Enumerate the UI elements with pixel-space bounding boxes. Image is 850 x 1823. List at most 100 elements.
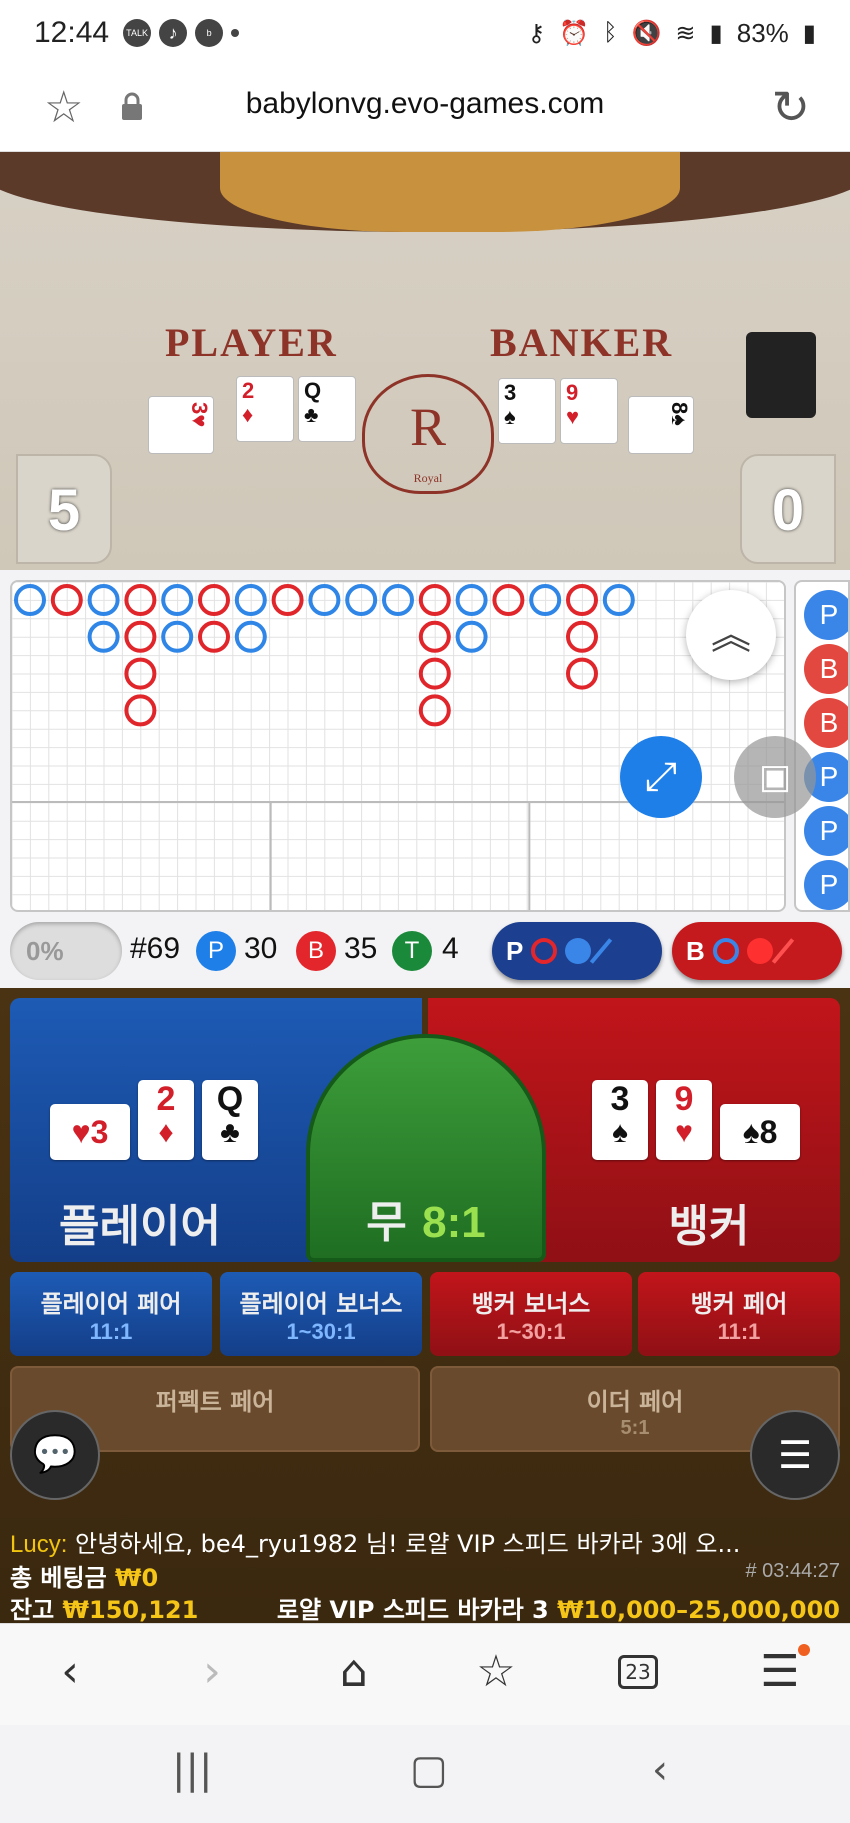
system-navigation: ||| ▢ ‹	[0, 1725, 850, 1823]
video-banker-label: BANKER	[490, 320, 674, 365]
recent-apps-icon[interactable]: |||	[172, 1747, 212, 1793]
picture-in-picture-button[interactable]: ▣	[734, 736, 816, 818]
status-time: 12:44	[34, 16, 110, 49]
menu-button[interactable]: ☰	[750, 1410, 840, 1500]
player-bead: P	[804, 860, 848, 910]
banker-prediction-button[interactable]: B	[672, 922, 842, 980]
banker-hand-card-2: 9 ♥	[656, 1080, 712, 1160]
alarm-icon: ⏰	[559, 19, 590, 47]
red-slash-icon	[771, 938, 794, 964]
card-shoe	[746, 332, 816, 418]
player-bead: P	[804, 806, 848, 856]
expand-roadmap-button[interactable]: ⤢	[620, 736, 702, 818]
banker-hand-card-3: ♠8	[720, 1104, 800, 1160]
player-bead: P	[804, 590, 848, 640]
tiktok-icon: ♪	[159, 19, 188, 47]
video-banker-card-2: 9 ♥	[560, 378, 618, 444]
wifi-icon: ≋	[675, 19, 696, 47]
banker-count: 35	[344, 932, 378, 965]
back-icon[interactable]: ‹	[40, 1642, 100, 1702]
video-player-label: PLAYER	[165, 320, 338, 365]
table-name: 로얄 VIP 스피드 바카라 3	[276, 1596, 549, 1624]
chat-user: Lucy:	[10, 1531, 68, 1558]
tie-count-badge: T	[392, 931, 432, 971]
tie-count: 4	[442, 932, 459, 965]
video-player-card-1: 3♥	[148, 396, 214, 454]
home-button-icon[interactable]: ▢	[410, 1747, 448, 1793]
banker-bead: B	[804, 644, 848, 694]
system-back-icon[interactable]: ‹	[652, 1747, 668, 1793]
percent-toggle[interactable]: 0%	[10, 922, 122, 980]
player-hand-card-2: 2 ♦	[138, 1080, 194, 1160]
player-score: 5	[16, 454, 112, 564]
player-count-badge: P	[196, 931, 236, 971]
prediction-b-label: B	[686, 935, 705, 966]
bluetooth-icon: ᛒ	[603, 19, 618, 46]
status-bar: 12:44 TALK ♪ b ⚷ ⏰ ᛒ 🔇 ≋ ▮ 83% ▮	[0, 0, 850, 66]
banker-bet-label: 뱅커	[668, 1201, 750, 1252]
banker-hand-card-1: 3 ♠	[592, 1080, 648, 1160]
video-banker-card-1: 3 ♠	[498, 378, 556, 444]
betting-area: ♥3 2 ♦ Q ♣ 플레이어 3 ♠ 9 ♥ ♠8 뱅커 무 8:1 플레이어 페어 …	[0, 988, 850, 1625]
round-id: # 03:44:27	[745, 1560, 840, 1582]
player-hand-card-1: ♥3	[50, 1104, 130, 1160]
banker-count-badge: B	[296, 931, 336, 971]
browser-toolbar: ‹ › ⌂ ☆ 23 ☰	[0, 1623, 850, 1725]
bookmarks-icon[interactable]: ☆	[466, 1642, 526, 1702]
table-limits: 로얄 VIP 스피드 바카라 3 ₩10,000–25,000,000	[277, 1590, 840, 1625]
blue-dot-icon	[565, 938, 592, 964]
signal-icon: ▮	[709, 19, 723, 47]
total-bet-value: ₩0	[115, 1564, 159, 1592]
royal-emblem: R Royal	[362, 374, 494, 494]
chat-text: 안녕하세요, be4_ryu1982 님! 로얄 VIP 스피드 바카라 3에 …	[75, 1530, 741, 1558]
video-player-card-3: Q ♣	[298, 376, 356, 442]
b-app-icon: b	[195, 19, 224, 47]
more-dot-icon	[231, 29, 240, 37]
tie-bet-spot[interactable]: 무 8:1	[306, 1034, 546, 1262]
chat-message: Lucy: 안녕하세요, be4_ryu1982 님! 로얄 VIP 스피드 바…	[10, 1524, 740, 1559]
stats-row: 0% #69 P 30 B 35 T 4 P B	[0, 912, 850, 988]
video-player-card-2: 2 ♦	[236, 376, 294, 442]
tie-bet-label: 무 8:1	[366, 1197, 486, 1248]
blue-slash-icon	[590, 938, 613, 964]
reload-icon[interactable]: ↻	[771, 80, 810, 134]
home-icon[interactable]: ⌂	[324, 1642, 384, 1702]
total-bet: 총 베팅금 ₩0	[10, 1564, 159, 1592]
player-prediction-button[interactable]: P	[492, 922, 662, 980]
system-status: ⚷ ⏰ ᛒ 🔇 ≋ ▮ 83% ▮	[528, 18, 816, 49]
banker-bead: B	[804, 698, 848, 748]
battery-percent: 83%	[736, 17, 789, 48]
player-bonus-bet[interactable]: 플레이어 보너스 1~30:1	[220, 1272, 422, 1356]
key-icon: ⚷	[527, 19, 546, 47]
bet-limits: ₩10,000–25,000,000	[557, 1596, 840, 1624]
url-text[interactable]: babylonvg.evo-games.com	[0, 87, 850, 121]
notification-dot	[798, 1644, 810, 1656]
video-banker-card-3: 8♠	[628, 396, 694, 454]
notification-icons: TALK ♪ b	[123, 19, 240, 47]
live-video: PLAYER BANKER 3♥ 2 ♦ Q ♣ R Royal 3 ♠ 9 ♥ 8♠ 5…	[0, 152, 850, 570]
dealer	[220, 152, 680, 232]
collapse-roadmap-button[interactable]: ︽	[686, 590, 776, 680]
banker-bonus-bet[interactable]: 뱅커 보너스 1~30:1	[430, 1272, 632, 1356]
battery-icon: ▮	[802, 19, 816, 47]
red-ring-icon	[531, 938, 558, 964]
browser-url-bar: ☆ babylonvg.evo-games.com ↻	[0, 66, 850, 152]
red-dot-icon	[746, 938, 773, 964]
banker-pair-bet[interactable]: 뱅커 페어 11:1	[638, 1272, 840, 1356]
chat-button[interactable]: 💬	[10, 1410, 100, 1500]
tie-odds: 8:1	[422, 1198, 486, 1247]
blue-ring-icon	[712, 938, 739, 964]
mute-icon: 🔇	[631, 19, 662, 47]
balance: 잔고 ₩150,121	[10, 1596, 199, 1624]
player-bet-label: 플레이어	[59, 1201, 221, 1252]
player-count: 30	[244, 932, 278, 965]
player-hand-card-3: Q ♣	[202, 1080, 258, 1160]
balance-value: ₩150,121	[62, 1596, 199, 1624]
tabs-icon[interactable]: 23	[608, 1642, 668, 1702]
kakaotalk-icon: TALK	[123, 19, 152, 47]
forward-icon[interactable]: ›	[182, 1642, 242, 1702]
banker-score: 0	[740, 454, 836, 564]
prediction-p-label: P	[506, 935, 524, 966]
shoe-number: #69	[130, 932, 181, 965]
player-pair-bet[interactable]: 플레이어 페어 11:1	[10, 1272, 212, 1356]
